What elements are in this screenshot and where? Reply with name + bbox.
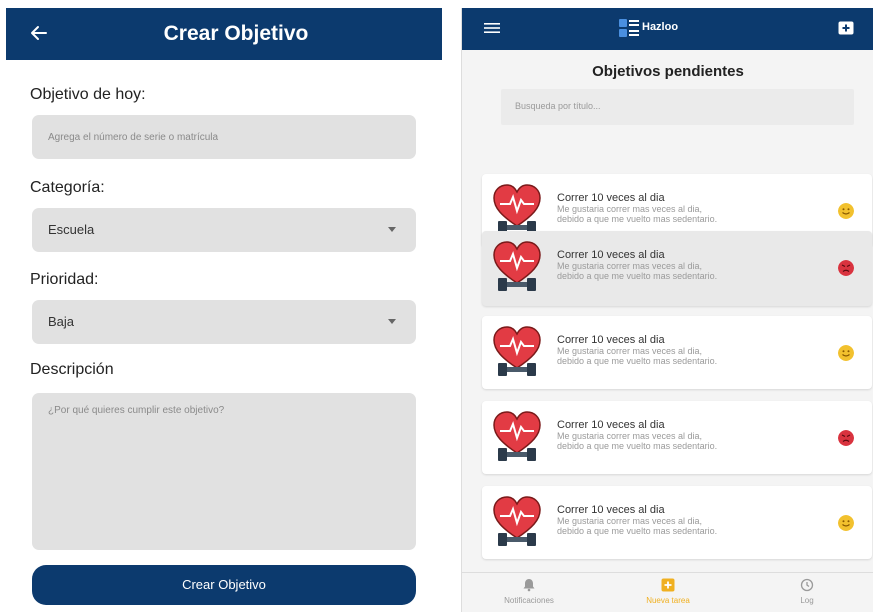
objective-card[interactable]: Correr 10 veces al dia Me gustaria corre…	[482, 231, 872, 306]
page-title: Crear Objetivo	[163, 22, 309, 45]
bell-icon	[523, 579, 535, 592]
priority-label: Prioridad:	[30, 271, 99, 288]
objective-label: Objetivo de hoy:	[30, 86, 146, 103]
nav-label: Nueva tarea	[646, 596, 690, 605]
description-line: debido a que me vuelto mas sedentario.	[557, 214, 718, 224]
priority-select[interactable]: Baja	[32, 300, 416, 344]
hamburger-menu-icon[interactable]	[484, 22, 500, 34]
nav-label: Notificaciones	[504, 596, 554, 605]
search-input[interactable]: Busqueda por título...	[501, 89, 854, 125]
description-line: debido a que me vuelto mas sedentario.	[557, 526, 718, 536]
app-bar: Crear Objetivo	[6, 8, 442, 60]
objective-input[interactable]: Agrega el número de serie o matrícula	[32, 115, 416, 159]
objective-title: Correr 10 veces al dia	[557, 334, 665, 346]
objective-card[interactable]: Correr 10 veces al dia Me gustaria corre…	[482, 401, 872, 474]
description-textarea[interactable]: ¿Por qué quieres cumplir este objetivo?	[32, 393, 416, 550]
description-line: Me gustaria correr mas veces al dia,	[557, 204, 703, 214]
objective-title: Correr 10 veces al dia	[557, 249, 665, 261]
priority-value: Baja	[48, 314, 75, 329]
objective-card[interactable]: Correr 10 veces al dia Me gustaria corre…	[482, 486, 872, 559]
happy-face-icon	[838, 345, 854, 361]
objective-title: Correr 10 veces al dia	[557, 192, 665, 204]
pending-objectives-screen: Hazloo Objetivos pendientes Busqueda por…	[461, 8, 873, 612]
category-select[interactable]: Escuela	[32, 208, 416, 252]
objective-description: Me gustaria correr mas veces al dia, deb…	[557, 204, 832, 224]
objective-title: Correr 10 veces al dia	[557, 504, 665, 516]
description-line: Me gustaria correr mas veces al dia,	[557, 346, 703, 356]
app-bar: Hazloo	[462, 8, 873, 50]
app-logo-icon	[619, 19, 639, 37]
heart-dumbbell-icon	[493, 411, 541, 461]
description-label: Descripción	[30, 361, 114, 378]
description-line: debido a que me vuelto mas sedentario.	[557, 271, 718, 281]
angry-face-icon	[838, 430, 854, 446]
add-task-icon[interactable]	[838, 21, 854, 35]
description-placeholder: ¿Por qué quieres cumplir este objetivo?	[48, 405, 225, 416]
nav-item-new-task[interactable]: Nueva tarea	[623, 578, 713, 605]
chevron-down-icon	[388, 227, 396, 232]
objective-placeholder: Agrega el número de serie o matrícula	[48, 132, 219, 143]
nav-item-notifications[interactable]: Notificaciones	[484, 578, 574, 605]
nav-label: Log	[800, 596, 814, 605]
nav-item-log[interactable]: Log	[762, 578, 852, 605]
description-line: Me gustaria correr mas veces al dia,	[557, 261, 703, 271]
heart-dumbbell-icon	[493, 496, 541, 546]
chevron-down-icon	[388, 319, 396, 324]
history-icon	[800, 578, 814, 592]
objective-card[interactable]: Correr 10 veces al dia Me gustaria corre…	[482, 316, 872, 389]
objective-description: Me gustaria correr mas veces al dia, deb…	[557, 516, 832, 536]
happy-face-icon	[838, 203, 854, 219]
bottom-navigation: Notificaciones Nueva tarea Log	[462, 572, 873, 612]
objective-description: Me gustaria correr mas veces al dia, deb…	[557, 346, 832, 366]
angry-face-icon	[838, 260, 854, 276]
page-title: Objetivos pendientes	[592, 63, 744, 80]
category-label: Categoría:	[30, 179, 105, 196]
create-objective-screen: Crear Objetivo Objetivo de hoy: Agrega e…	[6, 8, 442, 612]
heart-dumbbell-icon	[493, 326, 541, 376]
description-line: Me gustaria correr mas veces al dia,	[557, 431, 703, 441]
objective-title: Correr 10 veces al dia	[557, 419, 665, 431]
heart-dumbbell-icon	[493, 184, 541, 234]
objective-description: Me gustaria correr mas veces al dia, deb…	[557, 431, 832, 451]
description-line: debido a que me vuelto mas sedentario.	[557, 356, 718, 366]
description-line: Me gustaria correr mas veces al dia,	[557, 516, 703, 526]
objective-description: Me gustaria correr mas veces al dia, deb…	[557, 261, 832, 281]
search-placeholder: Busqueda por título...	[515, 101, 601, 111]
heart-dumbbell-icon	[493, 241, 541, 291]
description-line: debido a que me vuelto mas sedentario.	[557, 441, 718, 451]
category-value: Escuela	[48, 222, 95, 237]
create-objective-button[interactable]: Crear Objetivo	[32, 565, 416, 605]
app-brand-name: Hazloo	[642, 21, 679, 33]
plus-square-icon	[661, 578, 675, 592]
happy-face-icon	[838, 515, 854, 531]
